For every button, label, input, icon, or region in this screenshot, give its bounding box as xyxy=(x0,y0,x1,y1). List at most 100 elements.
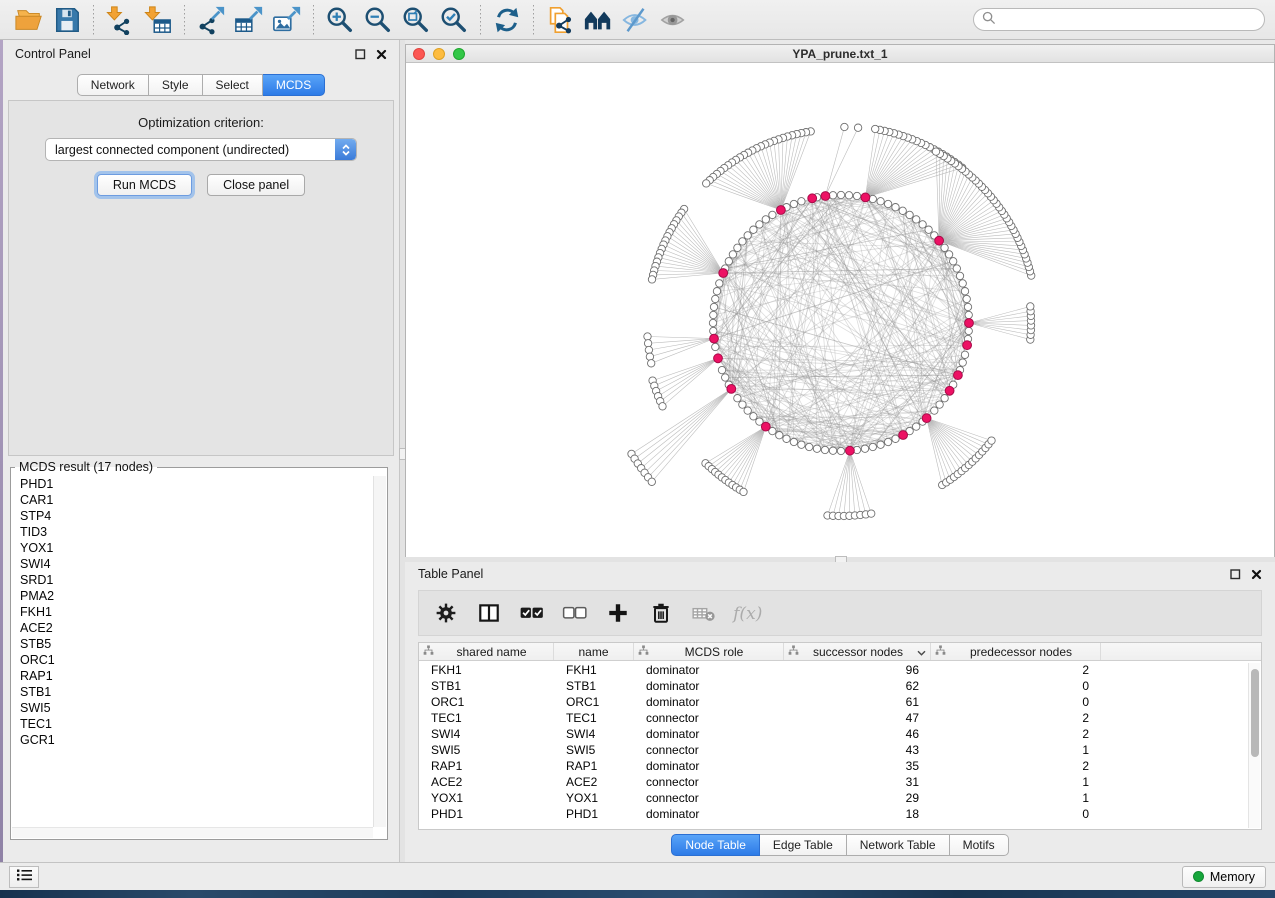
mcds-dominator-node[interactable] xyxy=(777,206,786,215)
network-node[interactable] xyxy=(725,258,732,265)
network-node[interactable] xyxy=(837,191,844,198)
mcds-dominator-node[interactable] xyxy=(935,236,944,245)
open-session-button[interactable] xyxy=(10,3,48,37)
network-node[interactable] xyxy=(645,346,652,353)
export-image-button[interactable] xyxy=(268,3,306,37)
network-node[interactable] xyxy=(806,443,813,450)
network-node[interactable] xyxy=(945,251,952,258)
table-row[interactable]: RAP1RAP1dominator352 xyxy=(419,758,1248,774)
network-node[interactable] xyxy=(892,204,899,211)
mcds-result-item[interactable]: ORC1 xyxy=(12,652,373,668)
network-node[interactable] xyxy=(853,192,860,199)
mcds-result-item[interactable]: SWI5 xyxy=(12,700,373,716)
mcds-result-item[interactable]: CAR1 xyxy=(12,492,373,508)
network-node[interactable] xyxy=(877,441,884,448)
table-scrollbar-thumb[interactable] xyxy=(1251,669,1259,757)
window-close-button[interactable] xyxy=(413,48,425,60)
tab-motifs[interactable]: Motifs xyxy=(950,834,1009,856)
table-row[interactable]: ORC1ORC1dominator610 xyxy=(419,694,1248,710)
network-node[interactable] xyxy=(716,280,723,287)
network-node[interactable] xyxy=(718,366,725,373)
float-panel-icon[interactable] xyxy=(354,48,366,60)
mcds-result-item[interactable]: STB5 xyxy=(12,636,373,652)
network-node[interactable] xyxy=(783,435,790,442)
network-node[interactable] xyxy=(659,403,666,410)
network-node[interactable] xyxy=(648,478,655,485)
table-settings-button[interactable] xyxy=(431,598,461,628)
network-node[interactable] xyxy=(868,510,875,517)
network-node[interactable] xyxy=(734,244,741,251)
network-node[interactable] xyxy=(739,401,746,408)
network-node[interactable] xyxy=(648,276,655,283)
network-node[interactable] xyxy=(841,123,848,130)
table-row[interactable]: FKH1FKH1dominator962 xyxy=(419,662,1248,678)
network-node[interactable] xyxy=(941,395,948,402)
network-node[interactable] xyxy=(892,435,899,442)
zoom-fit-button[interactable] xyxy=(397,3,435,37)
run-mcds-button[interactable]: Run MCDS xyxy=(97,174,192,196)
network-node[interactable] xyxy=(739,238,746,245)
network-node[interactable] xyxy=(740,488,747,495)
network-node[interactable] xyxy=(932,148,939,155)
mcds-result-item[interactable]: PMA2 xyxy=(12,588,373,604)
network-node[interactable] xyxy=(959,280,966,287)
network-node[interactable] xyxy=(750,226,757,233)
network-node[interactable] xyxy=(821,446,828,453)
table-row[interactable]: SWI4SWI4dominator462 xyxy=(419,726,1248,742)
network-node[interactable] xyxy=(877,198,884,205)
network-node[interactable] xyxy=(712,295,719,302)
network-node[interactable] xyxy=(829,447,836,454)
mcds-dominator-node[interactable] xyxy=(719,269,728,278)
mcds-result-item[interactable]: GCR1 xyxy=(12,732,373,748)
network-titlebar[interactable]: YPA_prune.txt_1 xyxy=(406,45,1274,63)
mcds-dominator-node[interactable] xyxy=(710,334,719,343)
add-column-button[interactable] xyxy=(603,598,633,628)
mcds-dominator-node[interactable] xyxy=(922,414,931,423)
table-row[interactable]: STB1STB1dominator620 xyxy=(419,678,1248,694)
tab-network[interactable]: Network xyxy=(77,74,149,96)
mcds-result-item[interactable]: ACE2 xyxy=(12,620,373,636)
import-table-button[interactable] xyxy=(139,3,177,37)
unselect-all-button[interactable] xyxy=(560,598,590,628)
mcds-dominator-node[interactable] xyxy=(954,371,963,380)
column-header-name[interactable]: name xyxy=(554,643,634,660)
show-columns-button[interactable] xyxy=(474,598,504,628)
tab-node-table[interactable]: Node Table xyxy=(671,834,760,856)
zoom-out-button[interactable] xyxy=(359,3,397,37)
mcds-dominator-node[interactable] xyxy=(945,386,954,395)
tab-edge-table[interactable]: Edge Table xyxy=(760,834,847,856)
network-node[interactable] xyxy=(829,192,836,199)
export-network-button[interactable] xyxy=(192,3,230,37)
zoom-selected-button[interactable] xyxy=(435,3,473,37)
tab-select[interactable]: Select xyxy=(203,74,263,96)
zoom-in-button[interactable] xyxy=(321,3,359,37)
mcds-dominator-node[interactable] xyxy=(861,193,870,202)
mcds-result-item[interactable]: STP4 xyxy=(12,508,373,524)
network-node[interactable] xyxy=(713,288,720,295)
export-table-button[interactable] xyxy=(230,3,268,37)
mcds-dominator-node[interactable] xyxy=(761,422,770,431)
mcds-result-item[interactable]: TID3 xyxy=(12,524,373,540)
network-node[interactable] xyxy=(872,125,879,132)
close-panel-button[interactable]: Close panel xyxy=(207,174,305,196)
table-row[interactable]: ACE2ACE2connector311 xyxy=(419,774,1248,790)
network-node[interactable] xyxy=(869,443,876,450)
network-node[interactable] xyxy=(703,180,710,187)
tab-mcds[interactable]: MCDS xyxy=(263,74,325,96)
first-neighbors-button[interactable] xyxy=(579,3,617,37)
network-node[interactable] xyxy=(936,401,943,408)
network-node[interactable] xyxy=(861,445,868,452)
criterion-select[interactable]: largest connected component (undirected) xyxy=(45,138,357,161)
network-node[interactable] xyxy=(899,207,906,214)
network-node[interactable] xyxy=(941,244,948,251)
network-node[interactable] xyxy=(744,232,751,239)
new-network-from-selection-button[interactable] xyxy=(541,3,579,37)
mcds-result-item[interactable]: PHD1 xyxy=(12,476,373,492)
panel-menu-button[interactable] xyxy=(9,866,39,888)
mcds-result-item[interactable]: STB1 xyxy=(12,684,373,700)
network-node[interactable] xyxy=(913,423,920,430)
network-node[interactable] xyxy=(790,438,797,445)
network-node[interactable] xyxy=(710,311,717,318)
network-node[interactable] xyxy=(884,438,891,445)
network-node[interactable] xyxy=(798,198,805,205)
